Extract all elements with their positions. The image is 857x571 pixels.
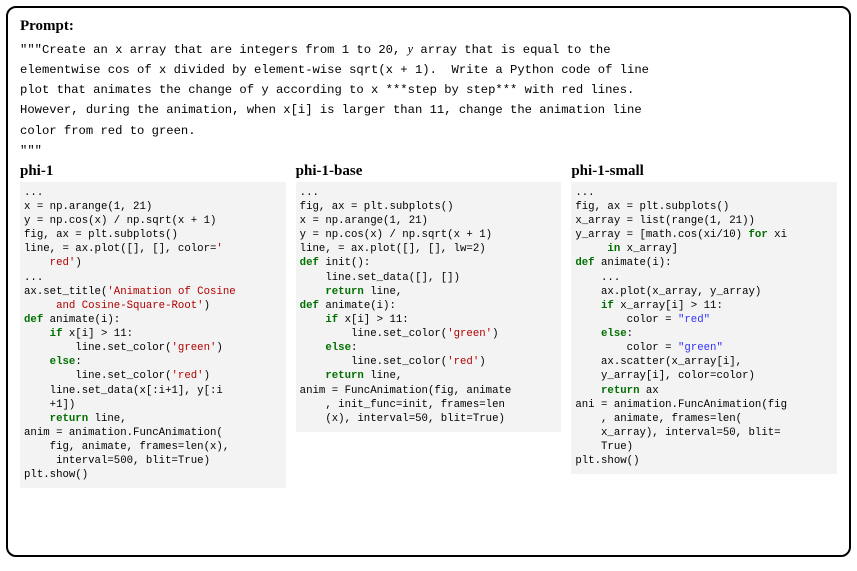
code-phi-1: ... x = np.arange(1, 21) y = np.cos(x) /…: [20, 182, 286, 489]
prompt-line1b: array that is equal to the: [413, 43, 610, 57]
code-phi-1-small: ... fig, ax = plt.subplots() x_array = l…: [571, 182, 837, 475]
col-title-phi-1: phi-1: [20, 163, 286, 180]
col-title-phi-1-small: phi-1-small: [571, 163, 837, 180]
prompt-line4: However, during the animation, when x[i]…: [20, 103, 642, 117]
col-title-phi-1-base: phi-1-base: [296, 163, 562, 180]
prompt-line6: """: [20, 144, 42, 158]
prompt-line5: color from red to green.: [20, 124, 196, 138]
prompt-line2: elementwise cos of x divided by element-…: [20, 63, 649, 77]
col-phi-1-small: phi-1-small ... fig, ax = plt.subplots()…: [571, 163, 837, 489]
prompt-line1a: """Create an x array that are integers f…: [20, 43, 408, 57]
figure-frame: Prompt: """Create an x array that are in…: [6, 6, 851, 557]
prompt-line3: plot that animates the change of y accor…: [20, 83, 634, 97]
columns-row: phi-1 ... x = np.arange(1, 21) y = np.co…: [20, 163, 837, 489]
prompt-title: Prompt:: [20, 18, 837, 35]
code-phi-1-base: ... fig, ax = plt.subplots() x = np.aran…: [296, 182, 562, 432]
col-phi-1-base: phi-1-base ... fig, ax = plt.subplots() …: [296, 163, 562, 489]
prompt-text: """Create an x array that are integers f…: [20, 39, 837, 161]
col-phi-1: phi-1 ... x = np.arange(1, 21) y = np.co…: [20, 163, 286, 489]
